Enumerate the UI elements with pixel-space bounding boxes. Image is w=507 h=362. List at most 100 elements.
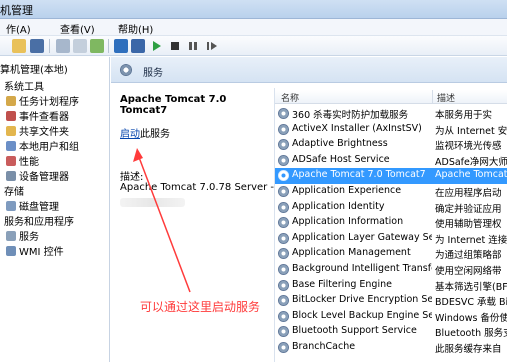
tree-item-label: 磁盘管理: [19, 202, 59, 213]
tree-item-label: 本地用户和组: [19, 142, 79, 153]
description-label: 描述:: [120, 172, 144, 183]
tree-item[interactable]: 服务: [6, 228, 39, 243]
service-row[interactable]: Application Information 使用辅助管理权: [275, 215, 507, 231]
service-row[interactable]: BranchCache 此服务缓存来自: [275, 340, 507, 356]
gear-icon: [278, 170, 289, 182]
service-description: 此服务缓存来自: [435, 344, 502, 355]
pane-title: 服务: [143, 68, 163, 79]
tree-item[interactable]: 服务和应用程序: [4, 213, 74, 228]
gear-icon: [278, 326, 289, 338]
start-service-icon[interactable]: [153, 41, 161, 51]
service-name: Application Management: [292, 247, 411, 259]
tree-item-label: 服务和应用程序: [4, 217, 74, 228]
properties-icon[interactable]: [56, 39, 70, 53]
list-header: 名称 描述: [275, 90, 507, 104]
column-header-name[interactable]: 名称: [281, 91, 299, 104]
tree-item-label: 服务: [19, 232, 39, 243]
service-name: Adaptive Brightness: [292, 138, 388, 150]
tree-item[interactable]: 设备管理器: [6, 168, 69, 183]
tree-item[interactable]: 事件查看器: [6, 108, 69, 123]
service-description: Bluetooth 服务支: [435, 328, 507, 340]
service-description: Windows 备份使: [435, 312, 507, 324]
service-name: Application Identity: [292, 200, 385, 212]
service-description: 为 Internet 连接: [435, 234, 507, 246]
service-row[interactable]: BitLocker Drive Encryption Serv...BDESVC…: [275, 293, 507, 309]
gear-icon: [278, 217, 289, 229]
tree-item-label: 系统工具: [4, 82, 44, 93]
tree-item[interactable]: 共享文件夹: [6, 123, 69, 138]
gear-icon: [278, 108, 289, 119]
services-list: 名称 描述 360 杀毒实时防护加载服务 本服务用于实 ActiveX Instal…: [274, 88, 507, 362]
column-header-description[interactable]: 描述: [437, 91, 455, 104]
service-row[interactable]: Background Intelligent Transfe... 使用空闲网络带: [275, 262, 507, 278]
service-name: Apache Tomcat 7.0 Tomcat7: [292, 169, 426, 181]
service-controls: [153, 41, 217, 51]
tree-item[interactable]: 性能: [6, 153, 39, 168]
service-row[interactable]: Base Filtering Engine 基本筛选引擎(BF: [275, 278, 507, 294]
menu-view[interactable]: 查看(V): [60, 21, 95, 36]
service-name: Application Experience: [292, 185, 402, 196]
pause-service-icon[interactable]: [189, 42, 192, 50]
service-name: ADSafe Host Service: [292, 153, 390, 165]
service-row[interactable]: Application Management 为通过组策略部: [275, 246, 507, 262]
tree-item-icon: [6, 246, 16, 256]
tree-item[interactable]: WMI 控件: [6, 243, 64, 258]
start-service-suffix: 此服务: [140, 129, 170, 140]
toolbar: [0, 36, 507, 56]
show-hide-tree-icon[interactable]: [30, 39, 44, 53]
service-row[interactable]: Apache Tomcat 7.0 Tomcat7 Apache Tomcat: [275, 168, 507, 184]
service-row[interactable]: 360 杀毒实时防护加载服务 本服务用于实: [275, 106, 507, 122]
service-row[interactable]: Block Level Backup Engine Serv...Windows…: [275, 309, 507, 325]
folder-up-icon[interactable]: [12, 39, 26, 53]
tree-item-icon: [6, 126, 16, 136]
tree-item[interactable]: 任务计划程序: [6, 93, 79, 108]
service-name: Base Filtering Engine: [292, 278, 392, 290]
tree-item-label: 性能: [19, 157, 39, 168]
service-row[interactable]: Application Experience 在应用程序启动: [275, 184, 507, 200]
tree-item-label: 存储: [4, 187, 24, 198]
tree-item-icon: [6, 156, 16, 166]
service-name: ActiveX Installer (AxInstSV): [292, 122, 422, 134]
service-description: ADSafe净网大师: [435, 156, 507, 168]
gear-icon: [278, 139, 289, 151]
title-bar: 机管理: [0, 0, 507, 19]
service-name: Bluetooth Support Service: [292, 325, 417, 337]
service-description: 基本筛选引擎(BF: [435, 281, 507, 293]
restart-service-icon[interactable]: [207, 42, 209, 50]
tree-item[interactable]: 磁盘管理: [6, 198, 59, 213]
service-row[interactable]: ActiveX Installer (AxInstSV) 为从 Internet …: [275, 122, 507, 138]
service-row[interactable]: Bluetooth Support Service Bluetooth 服务支: [275, 324, 507, 340]
gear-icon: [120, 64, 132, 76]
tree-item-label: 任务计划程序: [19, 97, 79, 108]
menu-action[interactable]: 作(A): [6, 21, 31, 36]
service-row[interactable]: Application Layer Gateway Serv...为 Inter…: [275, 231, 507, 247]
toolbar-separator: [108, 39, 109, 53]
service-description: 监视环境光传感: [435, 141, 502, 153]
export-list-icon[interactable]: [73, 39, 87, 53]
start-service-link[interactable]: 启动: [120, 129, 140, 140]
gear-icon: [278, 310, 289, 322]
help-icon[interactable]: [114, 39, 128, 53]
action-pane-icon[interactable]: [131, 39, 145, 53]
service-description: 使用空闲网络带: [435, 266, 502, 277]
service-description: 本服务用于实: [435, 110, 493, 121]
menu-help[interactable]: 帮助(H): [118, 21, 153, 36]
service-name: Background Intelligent Transfe...: [292, 263, 432, 274]
tree-item[interactable]: 本地用户和组: [6, 138, 79, 153]
service-row[interactable]: Adaptive Brightness 监视环境光传感: [275, 137, 507, 153]
tree-item-icon: [6, 171, 16, 181]
tree-item-icon: [6, 111, 16, 121]
service-row[interactable]: Application Identity 确定并验证应用: [275, 200, 507, 216]
action-pane: 服务 Apache Tomcat 7.0 Tomcat7 启动此服务 描述: A…: [111, 57, 507, 362]
blurred-text: [120, 198, 185, 207]
tree-item[interactable]: 存储: [4, 183, 24, 198]
tree-item-label: 设备管理器: [19, 172, 69, 183]
tree-item[interactable]: 系统工具: [4, 78, 44, 93]
gear-icon: [278, 154, 289, 166]
stop-service-icon[interactable]: [171, 42, 179, 50]
tree-item[interactable]: 算机管理(本地): [0, 61, 68, 76]
refresh-icon[interactable]: [90, 39, 104, 53]
service-row[interactable]: ADSafe Host Service ADSafe净网大师: [275, 153, 507, 169]
service-description: 在应用程序启动: [435, 188, 502, 199]
service-description: Apache Tomcat: [435, 169, 507, 181]
